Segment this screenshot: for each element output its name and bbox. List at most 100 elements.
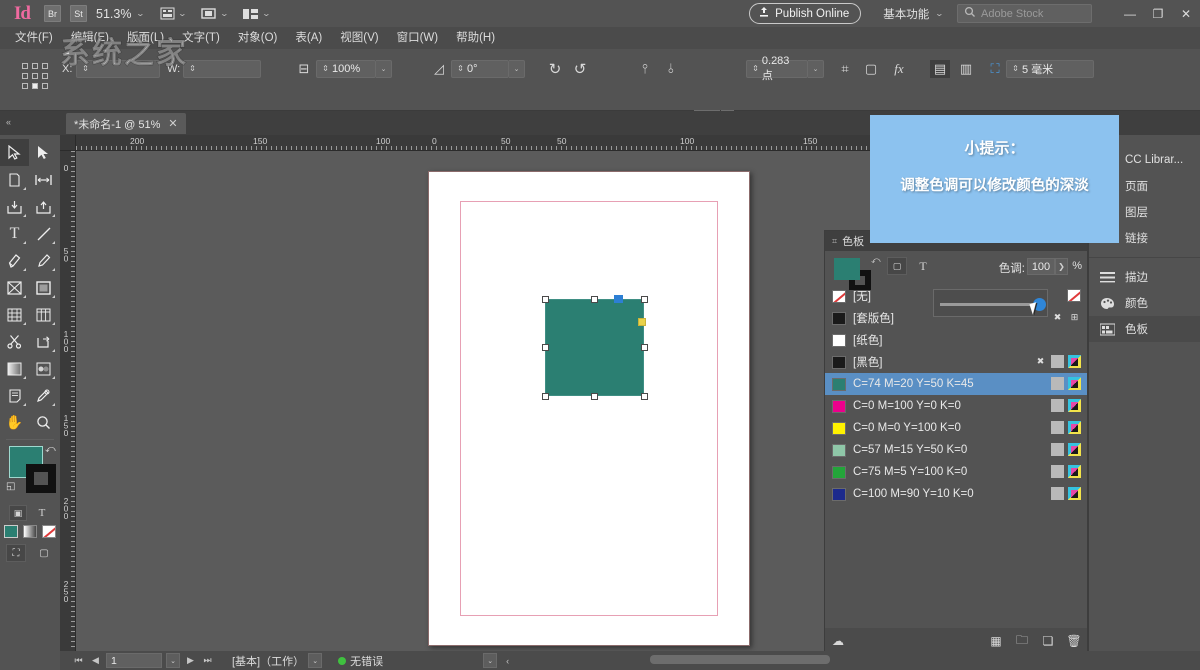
prev-page-icon[interactable]: ◀: [89, 655, 102, 666]
swatch-row-yellow[interactable]: C=0 M=0 Y=100 K=0: [825, 417, 1087, 439]
handle-bc[interactable]: [591, 393, 598, 400]
view-options-icon[interactable]: [158, 6, 176, 21]
x-stepper-icon[interactable]: ⇕: [81, 65, 90, 73]
master-dropdown-icon[interactable]: ⌄: [308, 653, 322, 668]
handle-mr[interactable]: [641, 344, 648, 351]
first-page-icon[interactable]: ⏮: [72, 655, 85, 666]
stroke-weight-stepper-icon[interactable]: ⇕: [751, 65, 760, 73]
stroke-weight-dropdown-icon[interactable]: ⌄: [808, 60, 824, 78]
content-placer-tool[interactable]: [29, 193, 58, 220]
reference-point-proxy[interactable]: [22, 63, 52, 95]
swatch-row-black[interactable]: [黑色] ✖: [825, 351, 1087, 373]
default-fill-stroke-icon[interactable]: ◱: [6, 481, 15, 492]
x-field[interactable]: ⇕: [76, 60, 160, 78]
note-tool[interactable]: [0, 382, 29, 409]
gap-tool[interactable]: [29, 166, 58, 193]
document-tab-close-icon[interactable]: ✕: [168, 117, 177, 130]
dock-item-color[interactable]: 颜色: [1089, 290, 1200, 316]
content-collector-tool[interactable]: [0, 193, 29, 220]
text-wrap-bounding-icon[interactable]: ▥: [956, 60, 976, 78]
scale-x-stepper-icon[interactable]: ⇕: [321, 65, 330, 73]
handle-bl[interactable]: [542, 393, 549, 400]
page-number-field[interactable]: 1: [106, 653, 162, 668]
new-color-group-icon[interactable]: 🗀: [1009, 631, 1035, 652]
free-transform-scale-tool[interactable]: [29, 328, 58, 355]
menu-type[interactable]: 文字(T): [173, 27, 229, 49]
master-page-label[interactable]: [基本]（工作）: [232, 653, 304, 669]
swatch-row-selected[interactable]: C=74 M=20 Y=50 K=45: [825, 373, 1087, 395]
zoom-tool[interactable]: [29, 409, 58, 436]
new-swatch-icon[interactable]: ❏: [1035, 634, 1061, 648]
rotate-cw-icon[interactable]: ↻: [545, 60, 565, 78]
vertical-ruler[interactable]: 0 50 100 150 200 250: [60, 151, 76, 651]
selected-rectangle[interactable]: [545, 299, 644, 396]
swatch-row-none[interactable]: [无]: [825, 285, 1087, 307]
screen-mode-icon[interactable]: [200, 6, 218, 21]
rotation-dropdown-icon[interactable]: ⌄: [509, 60, 525, 78]
scale-x-dropdown-icon[interactable]: ⌄: [376, 60, 392, 78]
dock-item-swatches[interactable]: 色板: [1089, 316, 1200, 342]
text-wrap-none-icon[interactable]: ▤: [930, 60, 950, 78]
preflight-dropdown-icon[interactable]: ⌄: [483, 653, 497, 668]
menu-edit[interactable]: 编辑(E): [62, 27, 118, 49]
apply-color-icon[interactable]: [4, 525, 18, 538]
view-options-chevron-icon[interactable]: ⌄: [178, 9, 187, 18]
align-center-icon[interactable]: ⫰: [662, 60, 680, 78]
handle-tr[interactable]: [641, 296, 648, 303]
restore-button[interactable]: ❐: [1144, 7, 1172, 21]
corner-options-icon[interactable]: ⌗: [836, 60, 854, 78]
free-transform-tool[interactable]: [0, 301, 29, 328]
apply-gradient-icon[interactable]: [23, 525, 37, 538]
text-inset-stepper-icon[interactable]: ⇕: [1011, 65, 1020, 73]
stock-icon[interactable]: St: [70, 5, 87, 22]
fx-icon[interactable]: fx: [890, 60, 908, 78]
collapse-panels-icon[interactable]: «: [6, 117, 11, 127]
pencil-tool[interactable]: [29, 247, 58, 274]
menu-window[interactable]: 窗口(W): [388, 27, 448, 49]
eyedropper-tool[interactable]: [29, 382, 58, 409]
screen-mode-chevron-icon[interactable]: ⌄: [220, 9, 229, 18]
page-tool[interactable]: [0, 166, 29, 193]
minimize-button[interactable]: —: [1116, 7, 1144, 21]
scale-x-field[interactable]: ⇕ 100%: [316, 60, 376, 78]
swap-fill-stroke-icon[interactable]: ⤺: [45, 444, 56, 455]
menu-view[interactable]: 视图(V): [331, 27, 387, 49]
text-inset-field[interactable]: ⇕ 5 毫米: [1006, 60, 1094, 78]
menu-table[interactable]: 表(A): [286, 27, 331, 49]
selection-tool[interactable]: [0, 139, 29, 166]
swatch-row-paper[interactable]: [纸色]: [825, 329, 1087, 351]
formatting-affects-container-icon[interactable]: ▣: [9, 505, 27, 521]
rotation-stepper-icon[interactable]: ⇕: [456, 65, 465, 73]
rectangle-tool[interactable]: [29, 274, 58, 301]
stroke-color-swatch[interactable]: [26, 464, 56, 493]
arrange-chevron-icon[interactable]: ⌄: [261, 9, 270, 18]
formatting-text-button[interactable]: T: [913, 257, 933, 275]
tint-value-field[interactable]: 100: [1027, 258, 1055, 275]
scissors-tool[interactable]: [0, 328, 29, 355]
formatting-affects-text-icon[interactable]: T: [33, 505, 51, 521]
direct-selection-tool[interactable]: [29, 139, 58, 166]
apply-none-icon[interactable]: [42, 525, 56, 538]
gradient-swatch-tool[interactable]: [0, 355, 29, 382]
rectangle-frame-tool[interactable]: [0, 274, 29, 301]
w-field[interactable]: ⇕: [183, 60, 261, 78]
frame-fitting-icon[interactable]: ▢: [862, 60, 880, 78]
swatch-row-green[interactable]: C=75 M=5 Y=100 K=0: [825, 461, 1087, 483]
swatches-list[interactable]: [无] [套版色] ✖ ⊞ [纸色] [黑色]: [825, 285, 1087, 505]
handle-tl[interactable]: [542, 296, 549, 303]
cloud-icon[interactable]: ☁: [825, 634, 851, 648]
page-number-dropdown-icon[interactable]: ⌄: [166, 653, 180, 668]
align-top-icon[interactable]: ⫯: [636, 60, 654, 78]
bridge-icon[interactable]: Br: [44, 5, 61, 22]
content-grabber-handle[interactable]: [638, 318, 646, 326]
ruler-origin[interactable]: [60, 135, 76, 151]
pen-tool[interactable]: [0, 247, 29, 274]
publish-online-button[interactable]: Publish Online: [749, 3, 861, 24]
close-button[interactable]: ✕: [1172, 7, 1200, 21]
type-tool[interactable]: T: [0, 220, 29, 247]
color-group-icon[interactable]: ▦: [983, 634, 1009, 648]
preview-view-mode-icon[interactable]: ▢: [34, 544, 54, 562]
workspace-chevron-icon[interactable]: ⌄: [935, 9, 944, 18]
swatch-row-magenta[interactable]: C=0 M=100 Y=0 K=0: [825, 395, 1087, 417]
line-tool[interactable]: [29, 220, 58, 247]
